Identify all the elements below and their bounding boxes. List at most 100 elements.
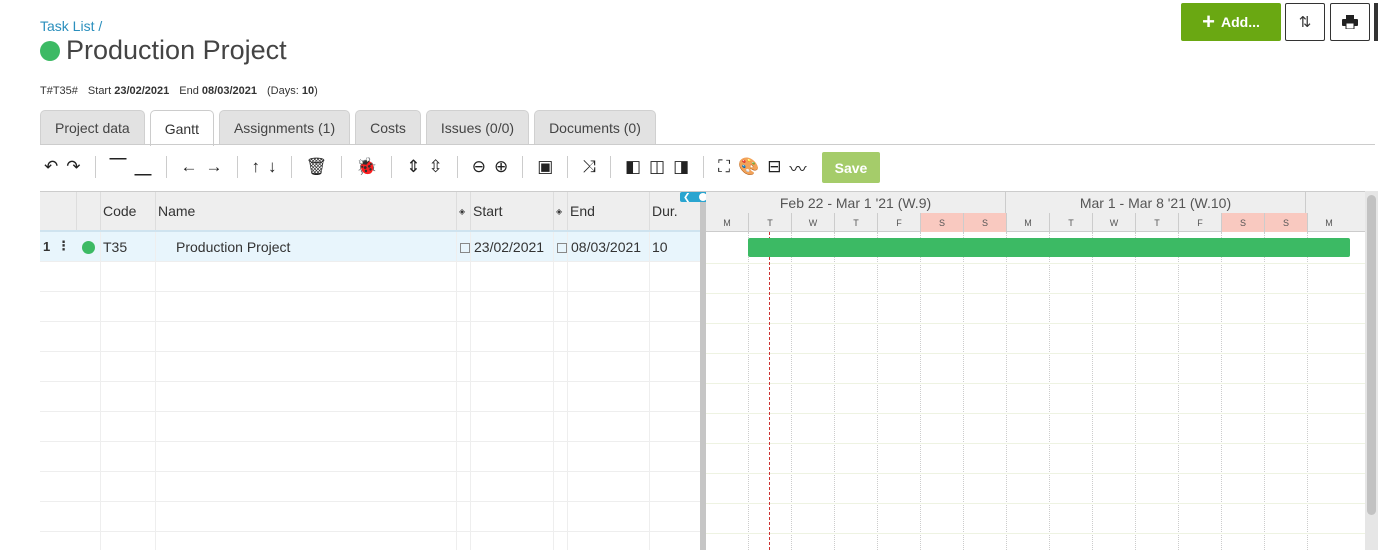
grid-col-line [567, 232, 568, 550]
task-bar[interactable] [748, 238, 1350, 257]
day-label: T [748, 213, 791, 232]
row-start-cell[interactable]: 23/02/2021 [460, 239, 544, 255]
tab-issues[interactable]: Issues (0/0) [425, 110, 530, 145]
delete-icon[interactable]: 🗑 [302, 152, 332, 182]
breadcrumb-task-list[interactable]: Task List / [40, 18, 102, 34]
zoom-in-icon[interactable]: ⊕ [490, 152, 512, 182]
split-panel-icon[interactable]: ◫ [645, 152, 669, 182]
palette-icon[interactable]: 🎨 [734, 152, 763, 182]
gantt-day-header: MTWTFSSMTWTFSSM [706, 213, 1365, 232]
save-button[interactable]: Save [822, 152, 880, 183]
tab-assignments[interactable]: Assignments (1) [218, 110, 351, 145]
grid-col-line [649, 232, 650, 550]
collapse-all-icon[interactable]: ⇳ [425, 152, 447, 182]
table-row-empty[interactable] [40, 502, 700, 532]
trend-line-icon[interactable]: 〰 [785, 152, 810, 182]
page-title: Production Project [66, 35, 287, 65]
overflow-button-edge[interactable] [1374, 3, 1378, 41]
gantt-row-line [706, 323, 1365, 324]
tab-documents[interactable]: Documents (0) [534, 110, 656, 145]
print-icon [1342, 15, 1358, 29]
table-row-empty[interactable] [40, 292, 700, 322]
fullscreen-icon[interactable]: ⛶ [714, 152, 734, 182]
table-row-empty[interactable] [40, 472, 700, 502]
toolbar-separator [456, 156, 458, 178]
bug-icon[interactable]: 🐞 [352, 152, 381, 182]
tab-bar: Project data Gantt Assignments (1) Costs… [40, 110, 661, 146]
add-button[interactable]: + Add... [1181, 3, 1281, 41]
insert-above-icon[interactable]: ⎺ [106, 152, 131, 182]
collapse-toggle-icon[interactable]: ◈ [456, 192, 470, 230]
table-row-empty[interactable] [40, 412, 700, 442]
vertical-scrollbar[interactable] [1365, 191, 1378, 550]
chevron-left-icon[interactable]: ❮ [683, 192, 691, 203]
tab-gantt[interactable]: Gantt [149, 110, 214, 146]
row-number: 1 [43, 239, 51, 254]
grid-col-line [456, 232, 457, 550]
gantt-toolbar: ↶ ↷ ⎺ ⎽ ← → ↑ ↓ 🗑 🐞 ⇕ ⇳ ⊖ ⊕ ▣ ⤨ ◧ ◫ ◨ ⛶ … [40, 150, 810, 184]
table-row[interactable]: 1 ⋮ T35 Production Project 23/02/2021 08… [40, 232, 700, 262]
tab-costs[interactable]: Costs [355, 110, 421, 145]
toolbar-separator [236, 156, 238, 178]
gantt-row-line [706, 503, 1365, 504]
project-end: End 08/03/2021 [179, 85, 257, 97]
print-gantt-icon[interactable]: ▣ [533, 152, 557, 182]
gantt-row-line [706, 353, 1365, 354]
row-menu-icon[interactable]: ⋮ [57, 238, 70, 254]
left-panel-icon[interactable]: ◧ [621, 152, 645, 182]
zoom-out-icon[interactable]: ⊖ [468, 152, 490, 182]
gantt-row-line [706, 413, 1365, 414]
col-end-header[interactable]: End [567, 192, 649, 230]
sort-button[interactable]: ⇅ [1285, 3, 1325, 41]
row-duration[interactable]: 10 [652, 239, 668, 255]
row-code[interactable]: T35 [103, 239, 127, 255]
table-row-empty[interactable] [40, 442, 700, 472]
day-label: F [877, 213, 920, 232]
redo-icon[interactable]: ↷ [62, 152, 84, 182]
end-milestone-checkbox[interactable] [557, 243, 567, 254]
start-milestone-checkbox[interactable] [460, 243, 470, 254]
table-row-empty[interactable] [40, 352, 700, 382]
col-name-header[interactable]: Name [155, 192, 456, 230]
indent-icon[interactable]: → [202, 152, 227, 182]
day-label: F [1178, 213, 1221, 232]
table-row-empty[interactable] [40, 532, 700, 550]
grid-header: Code Name ◈ Start ◈ End Dur. [40, 192, 700, 232]
row-status-icon [82, 241, 95, 254]
day-label: M [1006, 213, 1049, 232]
day-label: S [1264, 213, 1307, 232]
collapse-box-icon[interactable]: ⊟ [763, 152, 785, 182]
row-end-cell[interactable]: 08/03/2021 [557, 239, 641, 255]
expand-all-icon[interactable]: ⇕ [402, 152, 424, 182]
sort-icon: ⇅ [1298, 14, 1312, 31]
move-up-icon[interactable]: ↑ [248, 152, 265, 182]
day-label: S [963, 213, 1006, 232]
grid-col-line [155, 232, 156, 550]
day-label: W [791, 213, 834, 232]
print-button[interactable] [1330, 3, 1370, 41]
col-code-header[interactable]: Code [100, 192, 155, 230]
gantt-row-line [706, 473, 1365, 474]
undo-icon[interactable]: ↶ [40, 152, 62, 182]
gantt-week-header: Feb 22 - Mar 1 '21 (W.9) Mar 1 - Mar 8 '… [706, 192, 1365, 213]
insert-below-icon[interactable]: ⎽ [131, 152, 156, 182]
gantt-chart: Feb 22 - Mar 1 '21 (W.9) Mar 1 - Mar 8 '… [706, 191, 1365, 550]
outdent-icon[interactable]: ← [177, 152, 202, 182]
col-start-header[interactable]: Start [470, 192, 553, 230]
collapse-toggle-icon[interactable]: ◈ [553, 192, 567, 230]
add-button-label: Add... [1220, 14, 1260, 30]
move-down-icon[interactable]: ↓ [264, 152, 281, 182]
critical-path-icon[interactable]: ⤨ [578, 152, 600, 182]
right-panel-icon[interactable]: ◨ [669, 152, 693, 182]
project-days: (Days: 10) [266, 85, 318, 97]
project-meta: T#T35# Start 23/02/2021 End 08/03/2021 (… [40, 85, 318, 97]
table-row-empty[interactable] [40, 322, 700, 352]
tab-project-data[interactable]: Project data [40, 110, 145, 145]
toolbar-separator [94, 156, 96, 178]
week-label: Mar 1 - Mar 8 '21 (W.10) [1006, 192, 1306, 213]
row-name[interactable]: Production Project [176, 239, 290, 255]
table-row-empty[interactable] [40, 262, 700, 292]
table-row-empty[interactable] [40, 382, 700, 412]
gantt-row-line [706, 443, 1365, 444]
scrollbar-thumb[interactable] [1367, 195, 1376, 515]
